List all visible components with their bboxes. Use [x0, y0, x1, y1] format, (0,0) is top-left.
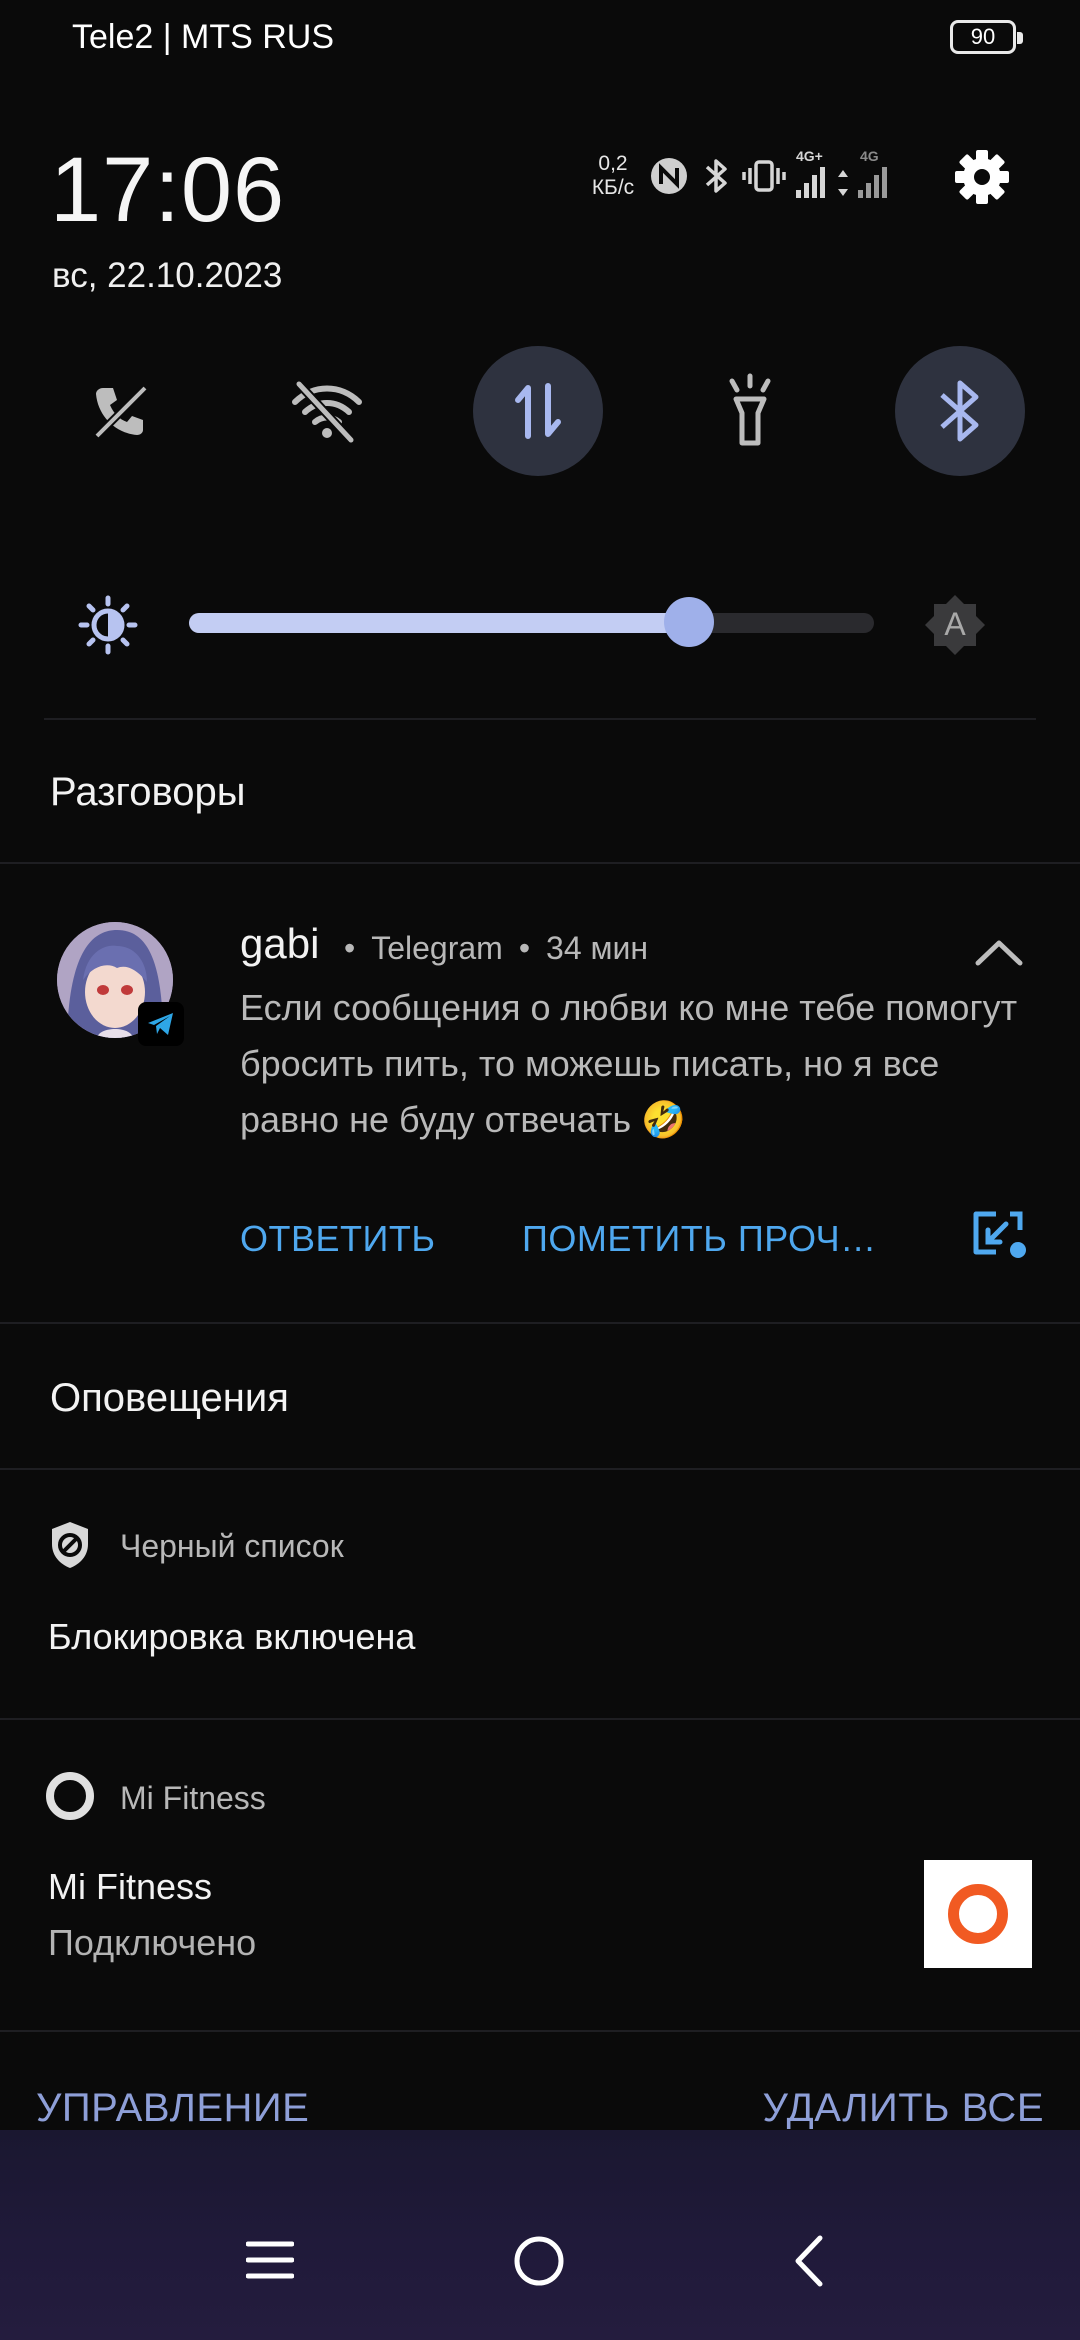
blacklist-notification[interactable]	[0, 1470, 1080, 1720]
menu-icon[interactable]	[246, 2240, 294, 2280]
reply-button[interactable]: ОТВЕТИТЬ	[240, 1218, 436, 1260]
sim1-network-type: 4G+	[796, 148, 823, 164]
conversations-title: Разговоры	[50, 770, 246, 814]
mobile-data-icon	[515, 383, 561, 439]
mark-read-button[interactable]: ПОМЕТИТЬ ПРОЧ…	[522, 1218, 877, 1260]
notification-shade: Tele2 | MTS RUS 90 17:06 вс, 22.10.2023 …	[0, 0, 1080, 2180]
data-arrows-icon	[838, 170, 848, 196]
notifications-title: Оповещения	[50, 1376, 289, 1420]
mi-fitness-text: Подключено	[48, 1922, 257, 1963]
network-speed-unit: КБ/с	[591, 176, 635, 199]
divider	[0, 1322, 1080, 1324]
vibrate-icon	[742, 160, 786, 192]
brightness-slider-fill	[189, 613, 690, 633]
manage-button[interactable]: УПРАВЛЕНИЕ	[36, 2086, 309, 2131]
wifi-off-icon	[292, 380, 362, 444]
toggle-flashlight[interactable]	[685, 346, 815, 476]
conversation-message: Если сообщения о любви ко мне тебе помог…	[240, 987, 1018, 1140]
blacklist-title: Блокировка включена	[48, 1616, 416, 1657]
bluetooth-icon	[940, 380, 979, 442]
toggle-calls-off[interactable]	[55, 346, 185, 476]
telegram-icon	[148, 1013, 173, 1035]
conversation-meta: • Telegram • 34 мин	[344, 930, 649, 966]
mi-fitness-logo-icon	[948, 1884, 1008, 1944]
bubble-icon[interactable]	[970, 1208, 1028, 1262]
auto-brightness-label: A	[944, 606, 966, 642]
flashlight-icon	[729, 373, 771, 446]
sim2-network-type: 4G	[860, 148, 879, 164]
telegram-badge	[138, 1002, 184, 1046]
nfc-icon	[651, 158, 687, 194]
auto-brightness-button[interactable]: A	[922, 592, 988, 658]
toggle-bluetooth[interactable]	[895, 346, 1025, 476]
brightness-slider-thumb[interactable]	[664, 597, 715, 647]
back-icon[interactable]	[790, 2234, 826, 2288]
bluetooth-status-icon	[705, 159, 727, 193]
conversation-app: Telegram	[371, 930, 503, 966]
clear-all-button[interactable]: УДАЛИТЬ ВСЕ	[763, 2086, 1044, 2131]
clock[interactable]: 17:06	[50, 140, 285, 240]
battery-level: 90	[970, 24, 996, 49]
conversation-time: 34 мин	[546, 930, 649, 966]
phone-off-icon	[94, 385, 148, 439]
carrier-label: Tele2 | MTS RUS	[72, 18, 335, 56]
mi-fitness-app-name: Mi Fitness	[120, 1780, 266, 1816]
shield-block-icon	[52, 1522, 88, 1568]
mi-fitness-thumbnail	[924, 1860, 1032, 1968]
network-speed-value: 0,2	[598, 152, 628, 175]
network-speed: 0,2 КБ/с	[588, 152, 638, 200]
mi-fitness-app-icon	[46, 1772, 94, 1820]
signal-sim1-icon	[796, 167, 825, 198]
date[interactable]: вс, 22.10.2023	[52, 256, 282, 296]
toggle-wifi[interactable]	[262, 346, 392, 476]
divider	[0, 2030, 1080, 2032]
brightness-icon	[78, 595, 138, 655]
home-icon[interactable]	[512, 2234, 566, 2288]
toggle-mobile-data[interactable]	[473, 346, 603, 476]
blacklist-app-name: Черный список	[120, 1528, 344, 1564]
mi-fitness-title: Mi Fitness	[48, 1866, 213, 1907]
collapse-chevron-icon[interactable]	[972, 935, 1026, 969]
divider	[44, 718, 1036, 720]
navigation-bar	[0, 2130, 1080, 2340]
signal-sim2-icon	[858, 167, 887, 198]
settings-gear-icon[interactable]	[950, 145, 1014, 209]
battery-indicator: 90	[950, 20, 1023, 54]
conversation-sender: gabi	[240, 920, 320, 967]
